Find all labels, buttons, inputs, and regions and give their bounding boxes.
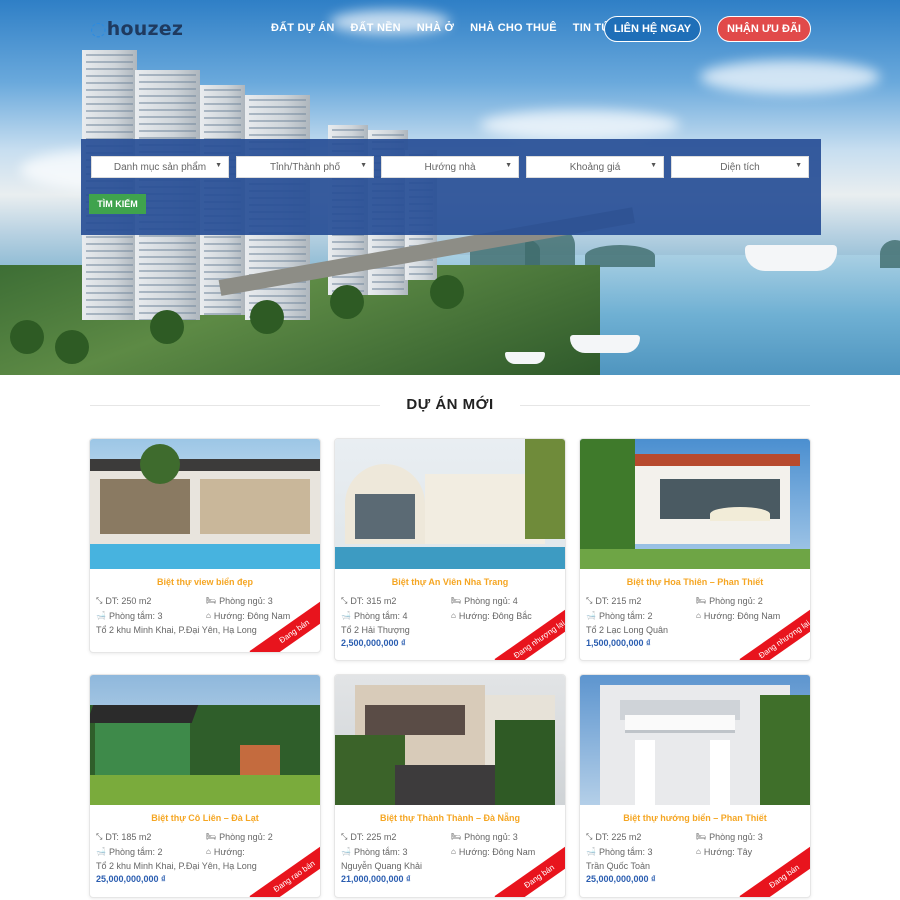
property-direction: Hướng: Tây: [703, 846, 753, 857]
property-image[interactable]: [90, 439, 320, 569]
property-title[interactable]: Biệt thự hướng biển – Phan Thiết: [580, 813, 810, 823]
category-select-label: Danh mục sản phẩm: [113, 161, 207, 173]
resize-icon: ⤡: [586, 595, 593, 605]
property-area: DT: 225 m2: [595, 831, 642, 842]
bed-icon: 🛏: [206, 832, 217, 841]
bed-icon: 🛏: [696, 832, 707, 841]
bathtub-icon: 🛁: [341, 611, 351, 620]
offer-button[interactable]: NHẬN ƯU ĐÃI: [717, 16, 811, 42]
nav-item-dat-nen[interactable]: ĐẤT NỀN: [350, 22, 400, 34]
property-image[interactable]: [90, 675, 320, 805]
chevron-down-icon: ▼: [360, 162, 367, 169]
area-select[interactable]: Diện tích ▼: [671, 156, 809, 178]
property-title[interactable]: Biệt thự Hoa Thiên – Phan Thiết: [580, 577, 810, 587]
bathtub-icon: 🛁: [96, 611, 106, 620]
bed-icon: 🛏: [451, 832, 462, 841]
property-title[interactable]: Biệt thự Cô Liên – Đà Lạt: [90, 813, 320, 823]
chevron-down-icon: ▼: [505, 162, 512, 169]
property-direction: Hướng: Đông Nam: [458, 846, 536, 857]
property-bedrooms: Phòng ngủ: 3: [464, 831, 518, 842]
logo-text: houzez: [106, 18, 184, 40]
property-area: DT: 315 m2: [350, 595, 397, 606]
resize-icon: ⤡: [341, 831, 348, 841]
property-card[interactable]: Biệt thự Hoa Thiên – Phan Thiết ⤡ DT: 215…: [579, 438, 811, 661]
price-range-select-label: Khoảng giá: [569, 161, 621, 173]
property-card[interactable]: Biệt thự Cô Liên – Đà Lạt ⤡ DT: 185 m2 🛏 P…: [89, 674, 321, 898]
nav-item-nha-cho-thue[interactable]: NHÀ CHO THUÊ: [470, 22, 557, 34]
property-bedrooms: Phòng ngủ: 2: [709, 595, 763, 606]
property-image[interactable]: [335, 439, 565, 569]
resize-icon: ⤡: [586, 831, 593, 841]
property-title[interactable]: Biệt thự view biển đẹp: [90, 577, 320, 587]
bed-icon: 🛏: [206, 596, 217, 605]
property-card[interactable]: Biệt thự hướng biển – Phan Thiết ⤡ DT: 22…: [579, 674, 811, 898]
property-direction: Hướng: Đông Nam: [703, 610, 781, 621]
home-icon: ⌂: [696, 611, 701, 620]
home-icon: ⌂: [451, 611, 456, 620]
property-bathrooms: Phòng tắm: 3: [108, 610, 163, 621]
property-direction: Hướng: Đông Nam: [213, 610, 291, 621]
home-icon: ⌂: [206, 847, 211, 856]
search-panel: Danh mục sản phẩm ▼ Tỉnh/Thành phố ▼ Hướng…: [81, 139, 821, 235]
property-bedrooms: Phòng ngủ: 4: [464, 595, 518, 606]
area-select-label: Diện tích: [720, 161, 760, 173]
main-nav: ĐẤT DỰ ÁN ĐẤT NỀN NHÀ Ở NHÀ CHO THUÊ TIN…: [271, 22, 619, 34]
resize-icon: ⤡: [96, 831, 103, 841]
property-card[interactable]: Biệt thự An Viên Nha Trang ⤡ DT: 315 m2 🛏…: [334, 438, 566, 661]
resize-icon: ⤡: [341, 595, 348, 605]
category-select[interactable]: Danh mục sản phẩm ▼: [91, 156, 229, 178]
bed-icon: 🛏: [696, 596, 707, 605]
property-area: DT: 250 m2: [105, 595, 152, 606]
property-bedrooms: Phòng ngủ: 3: [219, 595, 273, 606]
property-area: DT: 215 m2: [595, 595, 642, 606]
property-bathrooms: Phòng tắm: 3: [353, 846, 408, 857]
nav-item-nha-o[interactable]: NHÀ Ở: [417, 22, 454, 34]
bathtub-icon: 🛁: [96, 847, 106, 856]
property-bathrooms: Phòng tắm: 4: [353, 610, 408, 621]
province-select[interactable]: Tỉnh/Thành phố ▼: [236, 156, 374, 178]
resize-icon: ⤡: [96, 595, 103, 605]
chevron-down-icon: ▼: [795, 162, 802, 169]
contact-button[interactable]: LIÊN HỆ NGAY: [604, 16, 701, 42]
property-area: DT: 185 m2: [105, 831, 152, 842]
property-title[interactable]: Biệt thự An Viên Nha Trang: [335, 577, 565, 587]
chevron-down-icon: ▼: [650, 162, 657, 169]
property-bathrooms: Phòng tắm: 2: [598, 610, 653, 621]
property-card[interactable]: Biệt thự Thành Thành – Đà Nẵng ⤡ DT: 225 …: [334, 674, 566, 898]
direction-select-label: Hướng nhà: [424, 161, 476, 173]
bathtub-icon: 🛁: [586, 847, 596, 856]
bed-icon: 🛏: [451, 596, 462, 605]
property-bedrooms: Phòng ngủ: 3: [709, 831, 763, 842]
section-title: DỰ ÁN MỚI: [406, 396, 494, 413]
property-direction: Hướng:: [213, 846, 245, 857]
property-bedrooms: Phòng ngủ: 2: [219, 831, 273, 842]
price-range-select[interactable]: Khoảng giá ▼: [526, 156, 664, 178]
property-direction: Hướng: Đông Bắc: [458, 610, 532, 621]
search-button[interactable]: TÌM KIẾM: [89, 194, 146, 214]
property-bathrooms: Phòng tắm: 2: [108, 846, 163, 857]
property-title[interactable]: Biệt thự Thành Thành – Đà Nẵng: [335, 813, 565, 823]
province-select-label: Tỉnh/Thành phố: [269, 161, 341, 173]
direction-select[interactable]: Hướng nhà ▼: [381, 156, 519, 178]
chevron-down-icon: ▼: [215, 162, 222, 169]
property-image[interactable]: [580, 439, 810, 569]
property-image[interactable]: [335, 675, 565, 805]
nav-item-dat-du-an[interactable]: ĐẤT DỰ ÁN: [271, 22, 334, 34]
property-bathrooms: Phòng tắm: 3: [598, 846, 653, 857]
home-icon: ⌂: [451, 847, 456, 856]
bathtub-icon: 🛁: [341, 847, 351, 856]
logo-mark-icon: ◌: [90, 18, 107, 40]
home-icon: ⌂: [206, 611, 211, 620]
bathtub-icon: 🛁: [586, 611, 596, 620]
home-icon: ⌂: [696, 847, 701, 856]
property-image[interactable]: [580, 675, 810, 805]
logo[interactable]: ◌houzez: [90, 18, 183, 40]
property-card[interactable]: Biệt thự view biển đẹp ⤡ DT: 250 m2 🛏 Phòn…: [89, 438, 321, 653]
property-area: DT: 225 m2: [350, 831, 397, 842]
